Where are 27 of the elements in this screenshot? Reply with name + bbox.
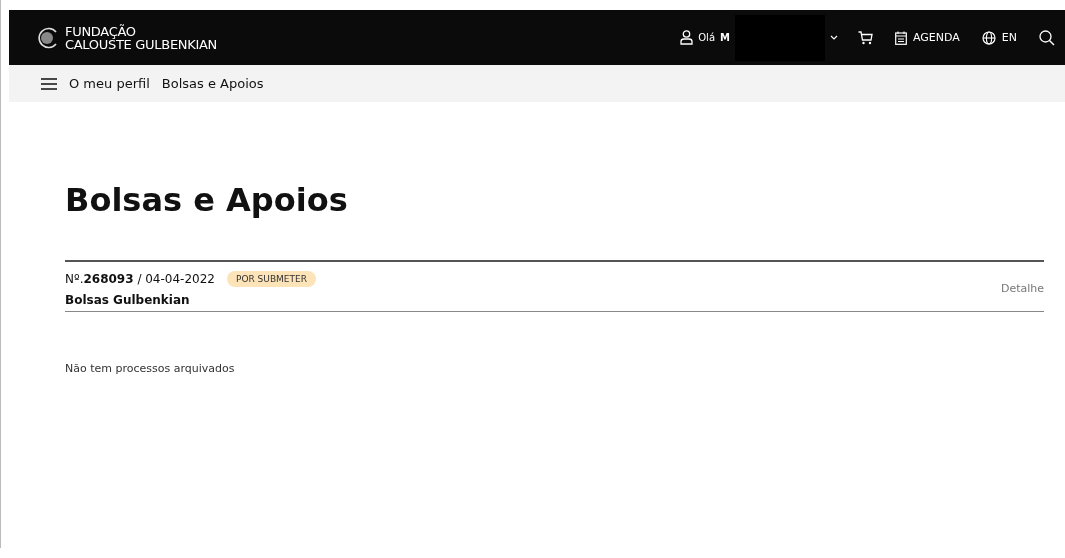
logo-text: CALOUSTE GULBENKIAN (65, 37, 217, 51)
logo-link[interactable]: FUNDAÇÃO CALOUSTE GULBENKIAN (37, 24, 217, 51)
programme-name: Bolsas Gulbenkian (65, 292, 191, 307)
chevron-down-icon (829, 35, 838, 40)
language-selector[interactable]: EN (981, 30, 1017, 45)
detail-link[interactable]: Detalhe (1000, 282, 1044, 295)
greeting-text: Olá (698, 32, 715, 43)
empty-message: Não tem processos arquivados (65, 362, 236, 375)
menu-button[interactable] (41, 77, 57, 90)
menu-icon (41, 77, 57, 90)
reference-text: Nº.268093 / 04-04-2022 (65, 271, 215, 286)
logo-icon (37, 26, 59, 49)
globe-icon (981, 30, 996, 45)
logo-text: FUNDAÇÃO (65, 24, 137, 38)
search-button[interactable] (1039, 29, 1055, 46)
cart-button[interactable] (857, 30, 873, 45)
user-icon (680, 30, 694, 45)
agenda-link[interactable]: AGENDA (894, 30, 960, 45)
page-title: Bolsas e Apoios (65, 180, 1044, 262)
calendar-icon (894, 30, 907, 45)
breadcrumb-link[interactable]: O meu perfil (69, 76, 150, 91)
status-badge: POR SUBMETER (227, 270, 316, 287)
user-name: M (720, 32, 730, 43)
search-icon (1039, 29, 1055, 46)
breadcrumb-link[interactable]: Bolsas e Apoios (161, 76, 264, 91)
user-menu[interactable]: Olá M (680, 14, 838, 61)
cart-icon (857, 30, 873, 45)
